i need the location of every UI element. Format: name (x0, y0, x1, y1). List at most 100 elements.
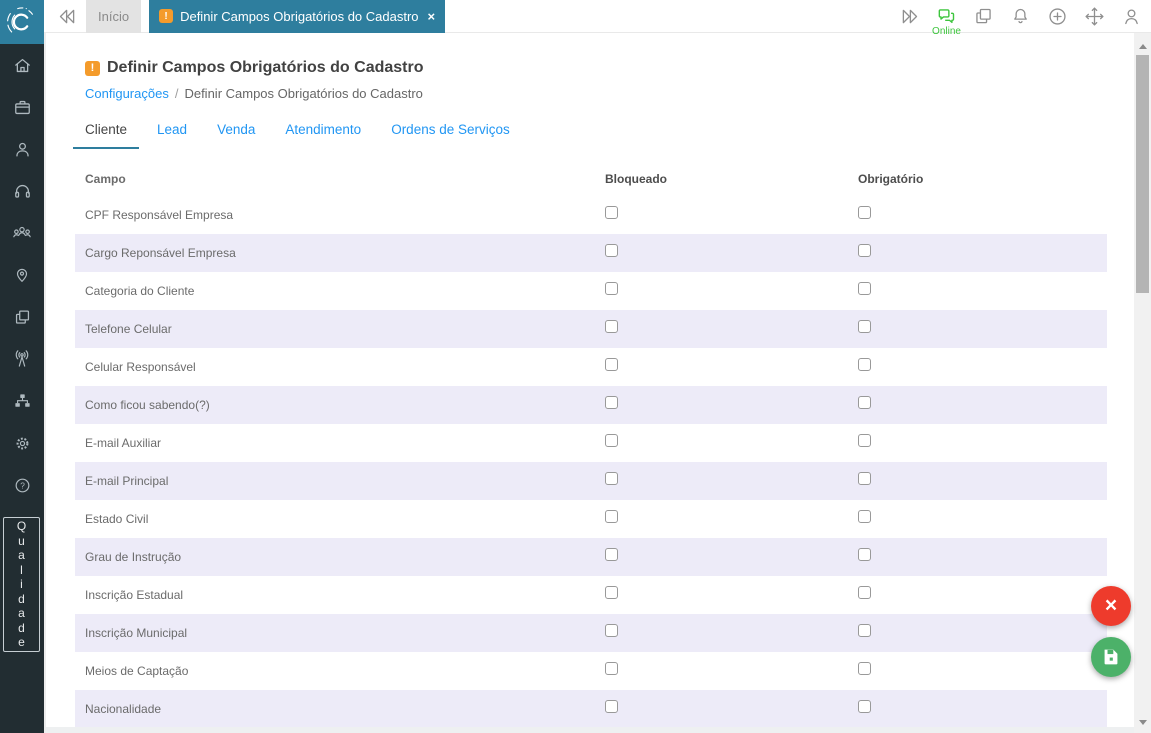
table-row: CPF Responsável Empresa (75, 196, 1107, 234)
online-status: Online (932, 26, 961, 37)
sidebar-item-clients[interactable] (0, 128, 44, 170)
field-name: CPF Responsável Empresa (85, 208, 234, 222)
breadcrumb: Configurações / Definir Campos Obrigatór… (85, 86, 1134, 101)
brand-c-icon (7, 7, 33, 33)
bloqueado-checkbox[interactable] (605, 472, 618, 485)
breadcrumb-current: Definir Campos Obrigatórios do Cadastro (184, 86, 423, 101)
column-bloqueado: Bloqueado (605, 172, 667, 186)
fields-table: Campo Bloqueado Obrigatório CPF Responsá… (75, 162, 1107, 728)
bloqueado-checkbox[interactable] (605, 244, 618, 257)
bloqueado-checkbox[interactable] (605, 396, 618, 409)
sidebar-item-briefcase[interactable] (0, 86, 44, 128)
sidebar-item-documents[interactable] (0, 296, 44, 338)
obrigatorio-checkbox[interactable] (858, 662, 871, 675)
bloqueado-checkbox[interactable] (605, 358, 618, 371)
bloqueado-checkbox[interactable] (605, 662, 618, 675)
obrigatorio-checkbox[interactable] (858, 624, 871, 637)
scroll-down-arrow[interactable] (1138, 720, 1147, 725)
field-name: Grau de Instrução (85, 550, 182, 564)
bloqueado-cell (605, 320, 858, 338)
bloqueado-checkbox[interactable] (605, 282, 618, 295)
obrigatorio-checkbox[interactable] (858, 282, 871, 295)
obrigatorio-checkbox[interactable] (858, 358, 871, 371)
tab-venda[interactable]: Venda (205, 113, 267, 149)
sidebar-item-hierarchy[interactable] (0, 380, 44, 422)
tab-definir-campos[interactable]: ! Definir Campos Obrigatórios do Cadastr… (149, 0, 446, 33)
bloqueado-cell (605, 624, 858, 642)
move-button[interactable] (1083, 5, 1106, 28)
chat-button[interactable]: Online (932, 5, 961, 37)
sidebar-item-support[interactable] (0, 170, 44, 212)
field-name: Categoria do Cliente (85, 284, 195, 298)
briefcase-icon (14, 100, 30, 114)
copy-icon (976, 8, 991, 24)
save-button[interactable] (1091, 637, 1131, 677)
sidebar-item-team[interactable] (0, 212, 44, 254)
obrigatorio-cell (858, 662, 1107, 680)
bloqueado-checkbox[interactable] (605, 700, 618, 713)
obrigatorio-checkbox[interactable] (858, 510, 871, 523)
obrigatorio-checkbox[interactable] (858, 548, 871, 561)
table-row: Meios de Captação (75, 652, 1107, 690)
qualidade-letter: a (18, 548, 25, 563)
bloqueado-checkbox[interactable] (605, 586, 618, 599)
sidebar-item-home[interactable] (0, 44, 44, 86)
user-icon (1125, 9, 1138, 25)
qualidade-letter: i (20, 577, 23, 592)
help-icon: ? (15, 478, 29, 492)
cancel-button[interactable]: × (1091, 586, 1131, 626)
breadcrumb-configuracoes[interactable]: Configurações (85, 86, 169, 101)
scrollbar-thumb[interactable] (1136, 55, 1149, 293)
tab-ordens-de-servicos[interactable]: Ordens de Serviços (379, 113, 522, 149)
sidebar-item-broadcast[interactable] (0, 338, 44, 380)
obrigatorio-checkbox[interactable] (858, 700, 871, 713)
table-row: Estado Civil (75, 500, 1107, 538)
add-button[interactable] (1046, 5, 1069, 28)
fast-forward-button[interactable] (898, 5, 921, 28)
field-name: Telefone Celular (85, 322, 172, 336)
table-header: Campo Bloqueado Obrigatório (75, 162, 1107, 196)
obrigatorio-checkbox[interactable] (858, 244, 871, 257)
scroll-up-arrow[interactable] (1138, 44, 1147, 49)
gear-icon (16, 437, 28, 449)
fast-forward-icon (902, 9, 918, 24)
tab-atendimento[interactable]: Atendimento (273, 113, 373, 149)
sidebar-item-locations[interactable] (0, 254, 44, 296)
bloqueado-cell (605, 472, 858, 490)
bloqueado-cell (605, 662, 858, 680)
bloqueado-checkbox[interactable] (605, 510, 618, 523)
tab-cliente[interactable]: Cliente (73, 113, 140, 149)
bloqueado-checkbox[interactable] (605, 206, 618, 219)
close-tab-icon[interactable]: × (428, 10, 436, 23)
obrigatorio-cell (858, 282, 1107, 300)
add-circle-icon (1049, 8, 1066, 25)
table-row: Inscrição Municipal (75, 614, 1107, 652)
obrigatorio-checkbox[interactable] (858, 586, 871, 599)
obrigatorio-checkbox[interactable] (858, 206, 871, 219)
profile-button[interactable] (1120, 5, 1143, 28)
obrigatorio-checkbox[interactable] (858, 472, 871, 485)
notifications-button[interactable] (1009, 5, 1032, 28)
bloqueado-cell (605, 700, 858, 718)
bloqueado-checkbox[interactable] (605, 434, 618, 447)
bloqueado-checkbox[interactable] (605, 320, 618, 333)
duplicate-button[interactable] (972, 5, 995, 28)
bloqueado-checkbox[interactable] (605, 624, 618, 637)
obrigatorio-checkbox[interactable] (858, 320, 871, 333)
obrigatorio-checkbox[interactable] (858, 396, 871, 409)
tab-lead[interactable]: Lead (145, 113, 199, 149)
page-title: Definir Campos Obrigatórios do Cadastro (107, 59, 424, 76)
bell-icon (1014, 8, 1027, 24)
table-row: E-mail Principal (75, 462, 1107, 500)
sidebar-item-help[interactable]: ? (0, 464, 44, 506)
tab-inicio[interactable]: Início (86, 0, 142, 33)
bloqueado-cell (605, 434, 858, 452)
obrigatorio-checkbox[interactable] (858, 434, 871, 447)
bloqueado-checkbox[interactable] (605, 548, 618, 561)
bloqueado-cell (605, 358, 858, 376)
rewind-tabs-button[interactable] (57, 6, 78, 27)
page-tabs: Cliente Lead Venda Atendimento Ordens de Ser… (73, 113, 1134, 149)
obrigatorio-cell (858, 434, 1107, 452)
qualidade-side-tab[interactable]: Qualidade (3, 517, 40, 652)
sidebar-item-settings[interactable] (0, 422, 44, 464)
